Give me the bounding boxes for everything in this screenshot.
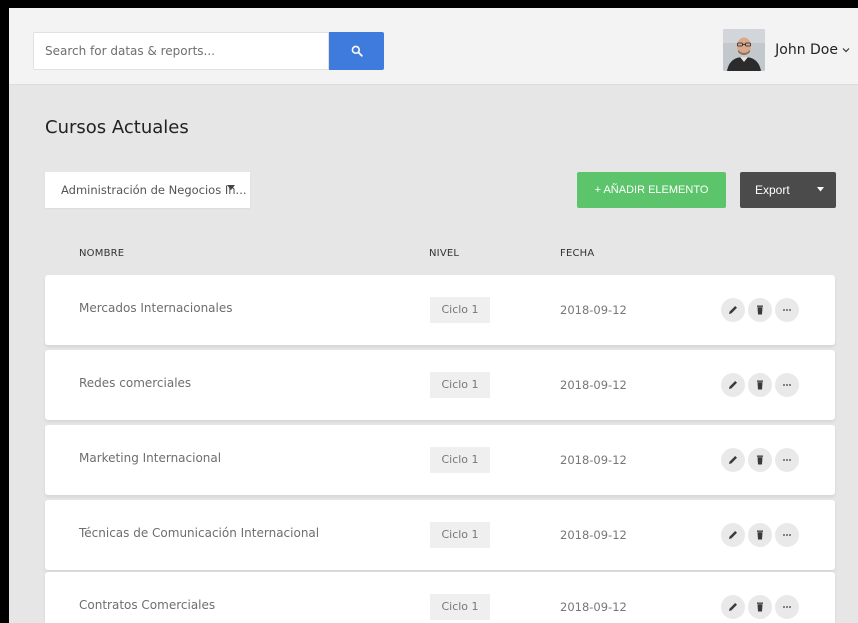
top-bar: John Doe — [9, 8, 858, 85]
edit-button[interactable] — [721, 595, 745, 619]
user-name: John Doe — [775, 42, 838, 58]
table-row[interactable]: Marketing Internacional Ciclo 1 2018-09-… — [45, 425, 835, 495]
pencil-icon — [729, 456, 737, 464]
table-row[interactable]: Técnicas de Comunicación Internacional C… — [45, 500, 835, 570]
more-button[interactable] — [775, 373, 799, 397]
row-actions — [721, 298, 799, 322]
course-date: 2018-09-12 — [560, 378, 627, 392]
level-badge: Ciclo 1 — [430, 594, 490, 620]
user-menu[interactable]: John Doe — [723, 29, 850, 71]
table-row[interactable]: Redes comerciales Ciclo 1 2018-09-12 — [45, 350, 835, 420]
column-header-level: NIVEL — [429, 248, 460, 259]
course-date: 2018-09-12 — [560, 303, 627, 317]
add-element-button[interactable]: + AÑADIR ELEMENTO — [577, 172, 726, 208]
pencil-icon — [729, 603, 737, 611]
pencil-icon — [729, 531, 737, 539]
caret-down-icon — [817, 187, 824, 192]
trash-icon — [757, 380, 763, 390]
app-window: John Doe Cursos Actuales Administración … — [9, 8, 858, 623]
more-button[interactable] — [775, 523, 799, 547]
more-button[interactable] — [775, 448, 799, 472]
edit-button[interactable] — [721, 298, 745, 322]
course-name: Mercados Internacionales — [79, 301, 233, 315]
pencil-icon — [729, 381, 737, 389]
delete-button[interactable] — [748, 298, 772, 322]
edit-button[interactable] — [721, 373, 745, 397]
more-icon — [783, 534, 791, 536]
more-icon — [783, 606, 791, 608]
delete-button[interactable] — [748, 523, 772, 547]
program-select[interactable]: Administración de Negocios In... — [45, 172, 250, 208]
more-button[interactable] — [775, 298, 799, 322]
export-button-label: Export — [755, 183, 790, 197]
search-input[interactable] — [33, 32, 329, 70]
row-actions — [721, 523, 799, 547]
course-name: Contratos Comerciales — [79, 598, 216, 612]
delete-button[interactable] — [748, 373, 772, 397]
more-icon — [783, 384, 791, 386]
program-select-value: Administración de Negocios In... — [61, 183, 247, 197]
pencil-icon — [729, 306, 737, 314]
level-badge: Ciclo 1 — [430, 372, 490, 398]
level-badge: Ciclo 1 — [430, 447, 490, 473]
delete-button[interactable] — [748, 448, 772, 472]
more-icon — [783, 459, 791, 461]
chevron-down-icon — [842, 48, 850, 53]
trash-icon — [757, 455, 763, 465]
level-badge: Ciclo 1 — [430, 522, 490, 548]
column-header-name: NOMBRE — [79, 248, 125, 259]
row-actions — [721, 448, 799, 472]
more-button[interactable] — [775, 595, 799, 619]
course-date: 2018-09-12 — [560, 528, 627, 542]
course-name: Redes comerciales — [79, 376, 192, 390]
table-row[interactable]: Contratos Comerciales Ciclo 1 2018-09-12 — [45, 572, 835, 623]
trash-icon — [757, 602, 763, 612]
search-button[interactable] — [329, 32, 384, 70]
row-actions — [721, 595, 799, 619]
search-icon — [351, 45, 363, 57]
trash-icon — [757, 530, 763, 540]
course-name: Técnicas de Comunicación Internacional — [79, 526, 320, 540]
delete-button[interactable] — [748, 595, 772, 619]
avatar — [723, 29, 766, 71]
more-icon — [783, 309, 791, 311]
course-date: 2018-09-12 — [560, 453, 627, 467]
row-actions — [721, 373, 799, 397]
edit-button[interactable] — [721, 448, 745, 472]
course-name: Marketing Internacional — [79, 451, 222, 465]
table-row[interactable]: Mercados Internacionales Ciclo 1 2018-09… — [45, 275, 835, 345]
caret-down-icon — [227, 185, 235, 190]
level-badge: Ciclo 1 — [430, 297, 490, 323]
export-button[interactable]: Export — [740, 172, 836, 208]
page-title: Cursos Actuales — [45, 117, 189, 138]
column-header-date: FECHA — [560, 248, 595, 259]
trash-icon — [757, 305, 763, 315]
course-date: 2018-09-12 — [560, 600, 627, 614]
edit-button[interactable] — [721, 523, 745, 547]
